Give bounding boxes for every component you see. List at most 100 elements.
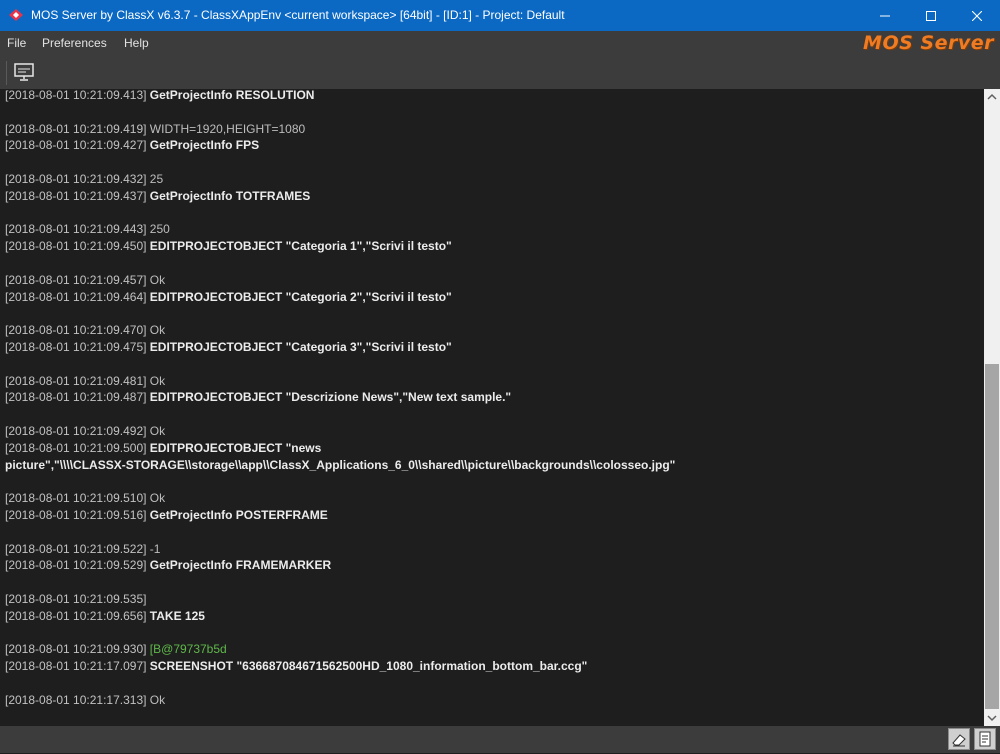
log-timestamp: [2018-08-01 10:21:09.437]	[5, 188, 147, 203]
log-command: SCREENSHOT "636687084671562500HD_1080_in…	[149, 659, 588, 674]
maximize-button[interactable]	[908, 0, 954, 31]
log-timestamp: [2018-08-01 10:21:09.656]	[5, 608, 147, 623]
log-line: [2018-08-01 10:21:09.470] Ok	[5, 322, 980, 339]
log-timestamp: [2018-08-01 10:21:09.516]	[5, 507, 147, 522]
scroll-down-icon[interactable]	[984, 710, 1000, 726]
log-line: [2018-08-01 10:21:09.656] TAKE 125	[5, 608, 980, 625]
log-blank-line	[5, 104, 980, 121]
log-line: [2018-08-01 10:21:09.432] 25	[5, 171, 980, 188]
log-line: [2018-08-01 10:21:09.930] [B@79737b5d	[5, 641, 980, 658]
monitor-icon	[14, 63, 34, 81]
log-blank-line	[5, 154, 980, 171]
log-blank-line	[5, 675, 980, 692]
log-timestamp: [2018-08-01 10:21:09.522]	[5, 541, 147, 556]
mos-server-logo: MOS Server	[863, 32, 994, 54]
log-timestamp: [2018-08-01 10:21:09.432]	[5, 171, 147, 186]
monitor-button[interactable]	[12, 60, 36, 84]
log-lines: [2018-08-01 10:21:09.413] GetProjectInfo…	[5, 89, 980, 708]
toolbar	[0, 55, 1000, 89]
log-line: [2018-08-01 10:21:09.419] WIDTH=1920,HEI…	[5, 121, 980, 138]
close-button[interactable]	[954, 0, 1000, 31]
log-blank-line	[5, 625, 980, 642]
log-blank-line	[5, 524, 980, 541]
log-line: [2018-08-01 10:21:09.529] GetProjectInfo…	[5, 557, 980, 574]
log-response: Ok	[149, 423, 166, 438]
log-timestamp: [2018-08-01 10:21:09.475]	[5, 339, 147, 354]
log-message: picture","\\\\CLASSX-STORAGE\\storage\\a…	[5, 457, 676, 472]
log-timestamp: [2018-08-01 10:21:09.427]	[5, 138, 147, 153]
log-timestamp: [2018-08-01 10:21:09.510]	[5, 491, 147, 506]
log-response: 250	[149, 222, 170, 237]
log-timestamp: [2018-08-01 10:21:09.470]	[5, 323, 147, 338]
log-response: 25	[149, 171, 164, 186]
log-timestamp: [2018-08-01 10:21:09.450]	[5, 239, 147, 254]
menu-help[interactable]: Help	[124, 36, 149, 50]
log-line: [2018-08-01 10:21:17.313] Ok	[5, 692, 980, 709]
log-command: GetProjectInfo FPS	[149, 138, 260, 153]
log-timestamp: [2018-08-01 10:21:09.443]	[5, 222, 147, 237]
log-command: GetProjectInfo POSTERFRAME	[149, 507, 328, 522]
log-timestamp: [2018-08-01 10:21:09.457]	[5, 272, 147, 287]
app-logo-icon	[9, 9, 23, 21]
log-timestamp: [2018-08-01 10:21:09.464]	[5, 289, 147, 304]
log-line: [2018-08-01 10:21:09.500] EDITPROJECTOBJ…	[5, 440, 980, 457]
clear-log-button[interactable]	[948, 728, 970, 750]
log-line: [2018-08-01 10:21:09.413] GetProjectInfo…	[5, 89, 980, 104]
log-output[interactable]: [2018-08-01 10:21:09.413] GetProjectInfo…	[0, 89, 984, 726]
log-response: WIDTH=1920,HEIGHT=1080	[149, 121, 306, 136]
log-timestamp: [2018-08-01 10:21:09.500]	[5, 440, 147, 455]
log-blank-line	[5, 356, 980, 373]
log-line: [2018-08-01 10:21:09.481] Ok	[5, 373, 980, 390]
log-line: [2018-08-01 10:21:17.097] SCREENSHOT "63…	[5, 658, 980, 675]
minimize-button[interactable]	[862, 0, 908, 31]
log-command: EDITPROJECTOBJECT "Categoria 1","Scrivi …	[149, 239, 452, 254]
log-command: EDITPROJECTOBJECT "Descrizione News","Ne…	[149, 390, 512, 405]
scrollbar-thumb[interactable]	[985, 364, 999, 709]
log-response: Ok	[149, 373, 166, 388]
log-timestamp: [2018-08-01 10:21:09.481]	[5, 373, 147, 388]
save-log-button[interactable]	[974, 728, 996, 750]
log-response: [B@79737b5d	[149, 642, 227, 657]
log-timestamp: [2018-08-01 10:21:09.492]	[5, 423, 147, 438]
log-response: Ok	[149, 692, 166, 707]
log-timestamp: [2018-08-01 10:21:09.487]	[5, 390, 147, 405]
log-command: GetProjectInfo FRAMEMARKER	[149, 558, 332, 573]
log-line: [2018-08-01 10:21:09.492] Ok	[5, 423, 980, 440]
log-response: Ok	[149, 323, 166, 338]
menu-bar: File Preferences Help	[0, 31, 1000, 55]
log-line: [2018-08-01 10:21:09.475] EDITPROJECTOBJ…	[5, 339, 980, 356]
log-response: -1	[149, 541, 161, 556]
log-line-continuation: picture","\\\\CLASSX-STORAGE\\storage\\a…	[5, 457, 980, 474]
log-command: GetProjectInfo RESOLUTION	[149, 89, 315, 102]
log-line: [2018-08-01 10:21:09.443] 250	[5, 221, 980, 238]
log-response: Ok	[149, 491, 166, 506]
log-blank-line	[5, 255, 980, 272]
menu-preferences[interactable]: Preferences	[42, 36, 107, 50]
menu-file[interactable]: File	[7, 36, 26, 50]
log-timestamp: [2018-08-01 10:21:09.413]	[5, 89, 147, 102]
log-blank-line	[5, 205, 980, 222]
log-line: [2018-08-01 10:21:09.464] EDITPROJECTOBJ…	[5, 289, 980, 306]
log-blank-line	[5, 574, 980, 591]
toolbar-separator	[6, 61, 7, 85]
log-blank-line	[5, 305, 980, 322]
log-line: [2018-08-01 10:21:09.487] EDITPROJECTOBJ…	[5, 389, 980, 406]
log-line: [2018-08-01 10:21:09.522] -1	[5, 541, 980, 558]
log-line: [2018-08-01 10:21:09.535]	[5, 591, 980, 608]
log-command: TAKE 125	[149, 608, 205, 623]
log-timestamp: [2018-08-01 10:21:17.313]	[5, 692, 147, 707]
log-blank-line	[5, 473, 980, 490]
window-title: MOS Server by ClassX v6.3.7 - ClassXAppE…	[31, 8, 565, 22]
log-timestamp: [2018-08-01 10:21:09.529]	[5, 558, 147, 573]
log-timestamp: [2018-08-01 10:21:17.097]	[5, 659, 147, 674]
scroll-up-icon[interactable]	[984, 89, 1000, 105]
minimize-icon	[880, 15, 890, 16]
log-blank-line	[5, 406, 980, 423]
title-bar: MOS Server by ClassX v6.3.7 - ClassXAppE…	[0, 0, 1000, 31]
log-command: EDITPROJECTOBJECT "news	[149, 440, 322, 455]
log-icon	[979, 731, 991, 747]
maximize-icon	[926, 10, 936, 21]
status-bar	[0, 726, 1000, 753]
vertical-scrollbar[interactable]	[984, 89, 1000, 726]
log-line: [2018-08-01 10:21:09.437] GetProjectInfo…	[5, 188, 980, 205]
